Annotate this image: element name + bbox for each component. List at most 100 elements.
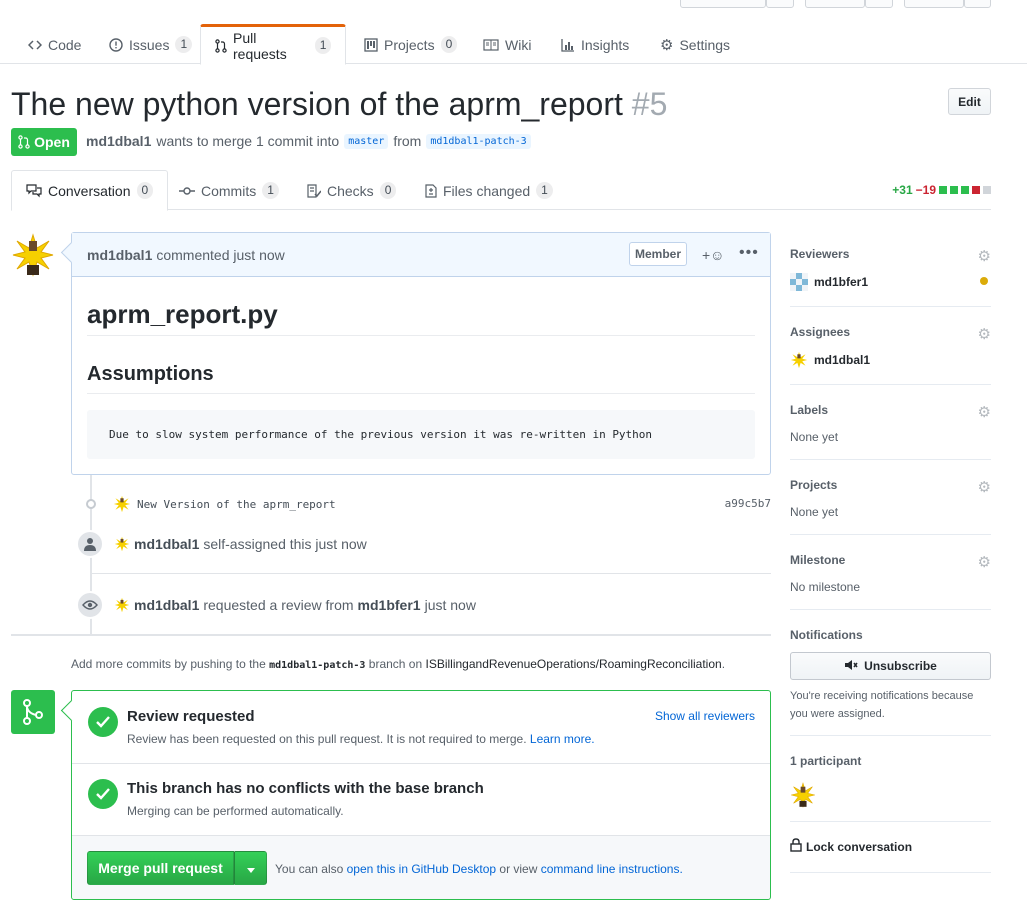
check-icon bbox=[88, 707, 118, 737]
merge-note: You can also open this in GitHub Desktop… bbox=[275, 862, 683, 876]
assignee-name[interactable]: md1dbal1 bbox=[814, 353, 870, 367]
tab-projects[interactable]: Projects 0 bbox=[350, 24, 471, 65]
fork-button[interactable] bbox=[904, 0, 964, 8]
tab-wiki[interactable]: Wiki bbox=[469, 24, 545, 65]
pull-request-icon bbox=[215, 38, 227, 53]
top-header-strip bbox=[0, 0, 1027, 10]
merge-note-a: You can also bbox=[275, 862, 344, 876]
tab-label: Settings bbox=[679, 36, 731, 53]
tab-insights[interactable]: Insights bbox=[547, 24, 643, 65]
open-in-desktop-link[interactable]: open this in GitHub Desktop bbox=[347, 862, 496, 876]
event-actor[interactable]: md1dbal1 bbox=[134, 536, 199, 552]
mute-icon bbox=[844, 659, 858, 674]
command-line-link[interactable]: command line instructions. bbox=[541, 862, 683, 876]
edit-button[interactable]: Edit bbox=[948, 88, 991, 115]
assignees-heading[interactable]: Assignees bbox=[790, 325, 850, 339]
diffstat: +31 −19 bbox=[892, 183, 991, 197]
gear-icon[interactable]: ⚙ bbox=[978, 403, 991, 421]
event-actor[interactable]: md1dbal1 bbox=[134, 597, 199, 613]
checks-counter: 0 bbox=[379, 182, 397, 199]
pr-tabs: Conversation 0 Commits 1 Checks 0 Files … bbox=[11, 170, 991, 211]
base-branch[interactable]: master bbox=[344, 133, 389, 149]
tab-checks[interactable]: Checks 0 bbox=[293, 170, 410, 211]
author-link[interactable]: md1dbal1 bbox=[86, 133, 151, 149]
assignee-item: md1dbal1 bbox=[790, 351, 870, 369]
tab-commits[interactable]: Commits 1 bbox=[165, 170, 293, 211]
milestone-value: No milestone bbox=[790, 580, 861, 594]
comment-discussion-icon bbox=[26, 183, 42, 198]
projects-heading[interactable]: Projects bbox=[790, 478, 837, 492]
gear-icon[interactable]: ⚙ bbox=[978, 325, 991, 343]
tab-label: Code bbox=[48, 36, 82, 53]
event-target[interactable]: md1bfer1 bbox=[358, 597, 421, 613]
projects-counter: 0 bbox=[440, 36, 458, 53]
pr-number: #5 bbox=[631, 86, 668, 122]
tab-label: Pull requests bbox=[233, 29, 287, 62]
timeline-event-assigned: md1dbal1 self-assigned this just now bbox=[76, 529, 771, 559]
add-reaction-icon[interactable]: +☺ bbox=[702, 247, 724, 263]
participants-heading: 1 participant bbox=[790, 754, 862, 768]
comment-author[interactable]: md1dbal1 bbox=[87, 247, 152, 263]
tab-files-changed[interactable]: Files changed 1 bbox=[411, 170, 567, 211]
tab-issues[interactable]: Issues 1 bbox=[95, 24, 206, 65]
tab-pull-requests[interactable]: Pull requests 1 bbox=[200, 24, 346, 65]
commit-item: New Version of the aprm_report a99c5b7 bbox=[80, 493, 771, 515]
caret-down-icon bbox=[246, 861, 255, 876]
pull-request-icon bbox=[18, 135, 30, 149]
gear-icon[interactable]: ⚙ bbox=[978, 553, 991, 571]
show-all-reviewers-link[interactable]: Show all reviewers bbox=[655, 709, 755, 723]
commit-icon bbox=[179, 186, 195, 196]
reviewer-item: md1bfer1 bbox=[790, 273, 868, 291]
reviewer-name[interactable]: md1bfer1 bbox=[814, 275, 868, 289]
tab-label: Insights bbox=[581, 36, 630, 53]
push-note-suffix: . bbox=[721, 657, 726, 671]
tab-label: Commits bbox=[201, 182, 257, 199]
star-button[interactable] bbox=[805, 0, 865, 8]
push-note-repo[interactable]: ISBillingandRevenueOperations/RoamingRec… bbox=[426, 657, 722, 671]
page-title: The new python version of the aprm_repor… bbox=[11, 84, 667, 124]
reviewers-heading[interactable]: Reviewers bbox=[790, 247, 849, 261]
push-note-prefix: Add more commits by pushing to the bbox=[71, 657, 266, 671]
watch-count[interactable] bbox=[766, 0, 794, 8]
from-text: from bbox=[393, 133, 422, 149]
diffstat-block bbox=[961, 186, 969, 194]
lock-conversation-link[interactable]: Lock conversation bbox=[790, 838, 912, 855]
star-count[interactable] bbox=[865, 0, 893, 8]
unsubscribe-button[interactable]: Unsubscribe bbox=[790, 652, 991, 680]
learn-more-link[interactable]: Learn more. bbox=[530, 732, 595, 746]
diffstat-block bbox=[972, 186, 980, 194]
tab-conversation[interactable]: Conversation 0 bbox=[11, 170, 169, 211]
member-label: Member bbox=[629, 242, 687, 266]
milestone-heading[interactable]: Milestone bbox=[790, 553, 845, 567]
gear-icon[interactable]: ⚙ bbox=[978, 247, 991, 265]
pull-requests-counter: 1 bbox=[314, 37, 331, 54]
tab-settings[interactable]: ⚙ Settings bbox=[646, 24, 744, 65]
commit-message[interactable]: New Version of the aprm_report bbox=[137, 498, 336, 511]
merge-note-b: or view bbox=[499, 862, 538, 876]
participant-avatar[interactable] bbox=[790, 782, 816, 811]
head-branch[interactable]: md1dbal1-patch-3 bbox=[426, 133, 531, 149]
more-options-icon[interactable]: ••• bbox=[739, 244, 759, 262]
tab-label: Files changed bbox=[443, 182, 531, 199]
merge-options-dropdown[interactable] bbox=[234, 851, 267, 885]
push-note-middle: branch on bbox=[368, 657, 423, 671]
tab-code[interactable]: Code bbox=[14, 24, 95, 65]
watch-button[interactable] bbox=[680, 0, 766, 8]
tab-label: Wiki bbox=[505, 36, 532, 53]
timeline-event-review-requested: md1dbal1 requested a review from md1bfer… bbox=[76, 590, 771, 620]
eye-icon bbox=[76, 591, 104, 619]
commit-sha[interactable]: a99c5b7 bbox=[725, 497, 771, 510]
notification-reason: You're receiving notifications because y… bbox=[790, 690, 974, 720]
gear-icon[interactable]: ⚙ bbox=[978, 478, 991, 496]
sidebar-projects: Projects ⚙ None yet bbox=[790, 478, 991, 535]
divider bbox=[87, 393, 755, 394]
merge-pull-request-button[interactable]: Merge pull request bbox=[87, 851, 234, 885]
avatar bbox=[790, 351, 808, 369]
comment-header: md1dbal1 commented just now Member +☺ ••… bbox=[72, 233, 770, 277]
avatar[interactable] bbox=[790, 782, 816, 808]
diff-deletions: −19 bbox=[915, 183, 936, 197]
person-icon bbox=[76, 530, 104, 558]
avatar[interactable] bbox=[11, 233, 55, 277]
labels-heading[interactable]: Labels bbox=[790, 403, 828, 417]
fork-count[interactable] bbox=[964, 0, 991, 8]
